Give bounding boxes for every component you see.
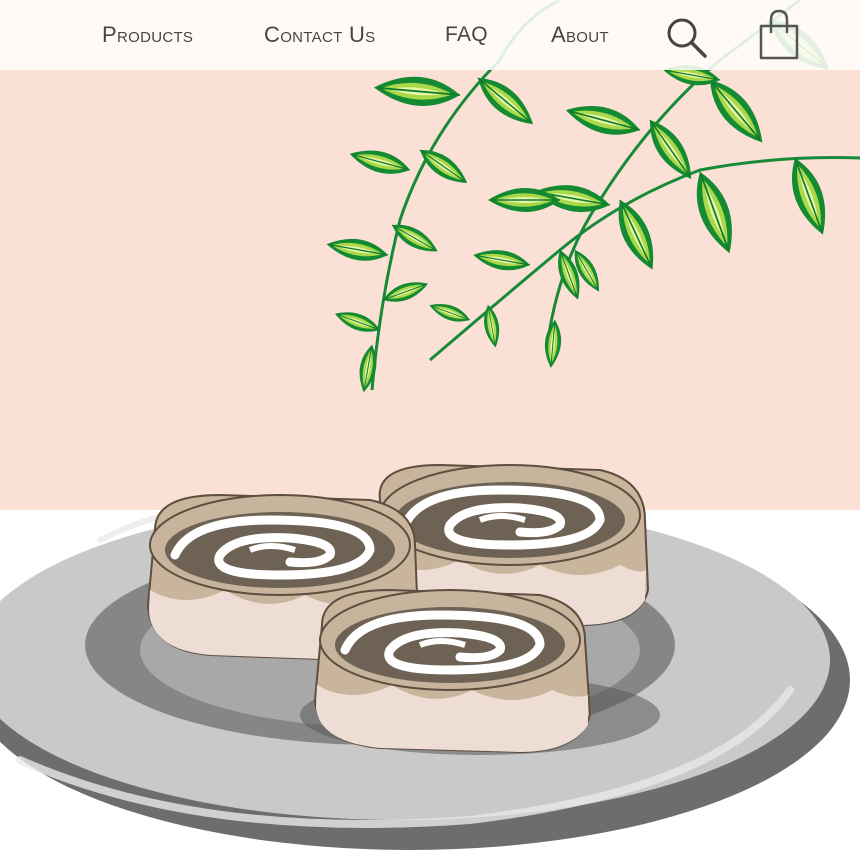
nav-faq-link[interactable]: FAQ: [445, 20, 488, 50]
search-icon: [667, 18, 707, 58]
nav-products-link[interactable]: Products: [102, 20, 193, 50]
top-navigation: Products Contact Us FAQ About: [0, 0, 860, 70]
shopping-bag-icon: [759, 9, 799, 60]
nav-about-link[interactable]: About: [551, 20, 609, 50]
leafy-branch: [324, 0, 860, 395]
nav-contact-us-link[interactable]: Contact Us: [264, 20, 375, 50]
search-button[interactable]: [665, 16, 709, 60]
shopping-bag-button[interactable]: [754, 8, 804, 62]
